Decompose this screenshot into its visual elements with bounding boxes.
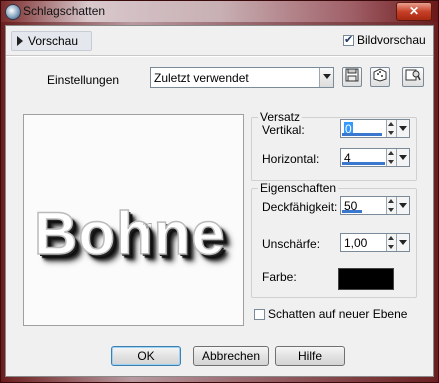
image-preview-label: Bildvorschau: [357, 33, 426, 47]
vertical-slider-bar[interactable]: [342, 133, 382, 136]
preview-toggle-label: Vorschau: [28, 34, 79, 48]
random-button[interactable]: [370, 67, 390, 87]
shadow-color-swatch[interactable]: [338, 268, 394, 290]
dialog-client-area: Vorschau Bildvorschau Einstellungen Zule…: [5, 25, 434, 377]
settings-dropdown[interactable]: Zuletzt verwendet: [150, 67, 334, 88]
save-preset-icon: [345, 68, 359, 82]
new-layer-label: Schatten auf neuer Ebene: [268, 307, 408, 321]
window-title: Schlagschatten: [23, 4, 106, 18]
title-bar[interactable]: Schlagschatten ✕: [1, 1, 438, 22]
spin-arrows-icon[interactable]: [386, 234, 396, 251]
ok-button[interactable]: OK: [111, 346, 181, 366]
spin-arrows-icon[interactable]: [386, 120, 396, 137]
horizontal-slider-bar[interactable]: [342, 162, 385, 165]
app-icon: [5, 4, 21, 20]
chevron-down-icon[interactable]: [396, 197, 409, 214]
chevron-down-icon[interactable]: [396, 120, 409, 137]
opacity-slider-bar[interactable]: [342, 210, 362, 213]
divider: [6, 55, 433, 57]
horizontal-label: Horizontal:: [262, 152, 320, 166]
dice-random-icon: [373, 68, 387, 82]
vertical-label: Vertikal:: [262, 123, 305, 137]
new-layer-checkbox[interactable]: [254, 309, 265, 320]
pan-hand-icon[interactable]: ☜: [142, 219, 153, 233]
close-button[interactable]: ✕: [396, 2, 432, 21]
blur-label: Unschärfe:: [262, 237, 321, 251]
properties-group-title: Eigenschaften: [258, 181, 339, 195]
horizontal-spinbox[interactable]: 4: [340, 148, 410, 167]
spin-arrows-icon[interactable]: [386, 197, 396, 214]
save-preset-button[interactable]: [342, 67, 362, 87]
preview-sample-text: Bohne: [33, 199, 226, 268]
expand-triangle-icon: [17, 36, 23, 46]
chevron-down-icon[interactable]: [396, 149, 409, 166]
blur-value: 1,00: [344, 236, 368, 250]
blur-spinbox[interactable]: 1,00: [340, 233, 410, 252]
spin-arrows-icon[interactable]: [386, 149, 396, 166]
chevron-down-icon[interactable]: [319, 68, 333, 87]
opacity-spinbox[interactable]: 50: [340, 196, 410, 215]
settings-label: Einstellungen: [47, 73, 120, 87]
preview-canvas[interactable]: Bohne ☜: [23, 114, 244, 326]
cancel-button[interactable]: Abbrechen: [193, 346, 269, 366]
preview-toggle-button[interactable]: Vorschau: [11, 31, 92, 51]
color-label: Farbe:: [262, 270, 297, 284]
image-preview-checkbox[interactable]: [343, 33, 354, 46]
help-button[interactable]: Hilfe: [275, 346, 345, 366]
preset-manager-icon: [405, 69, 421, 81]
chevron-down-icon[interactable]: [396, 234, 409, 251]
preset-manager-button[interactable]: [402, 67, 424, 87]
opacity-label: Deckfähigkeit:: [262, 200, 338, 214]
vertical-spinbox[interactable]: 0: [340, 119, 410, 138]
dialog-window: Schlagschatten ✕ Vorschau Bildvorschau E…: [0, 0, 439, 383]
offset-group-title: Versatz: [258, 110, 303, 124]
settings-dropdown-value: Zuletzt verwendet: [154, 71, 249, 85]
